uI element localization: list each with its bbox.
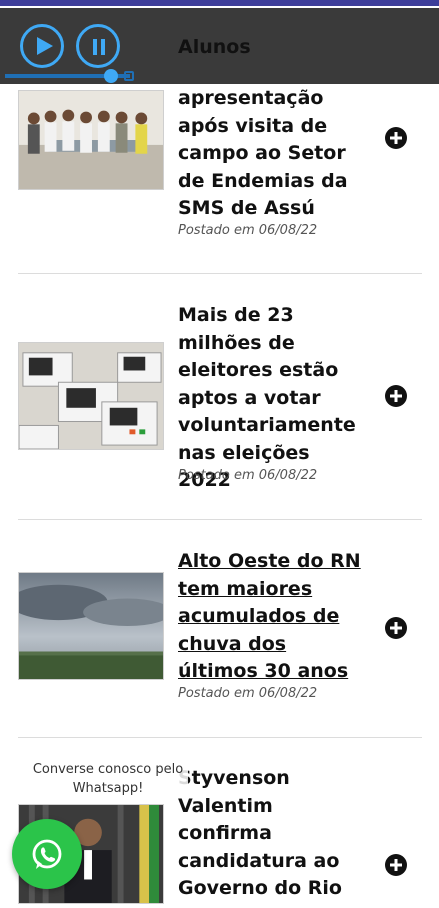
title-line: Mais de 23 [178, 304, 294, 326]
title-line: últimos 30 anos [178, 660, 349, 682]
posted-date: Postado em 06/08/22 [178, 223, 318, 238]
whatsapp-prompt-line: Whatsapp! [72, 781, 144, 796]
title-line: candidatura ao [178, 849, 340, 872]
title-line: Governo do Rio [178, 877, 342, 899]
article-card[interactable]: Alto Oeste do RN tem maiores acumulados … [18, 520, 422, 738]
title-line: campo ao Setor [178, 142, 346, 164]
play-icon[interactable] [20, 24, 64, 68]
pause-icon[interactable] [76, 24, 120, 68]
article-title-link[interactable]: Alto Oeste do RN tem maiores acumulados … [178, 548, 368, 686]
audio-player-bar: Alunos [0, 8, 439, 84]
title-line: confirma [178, 822, 272, 844]
title-line: acumulados de [178, 605, 340, 627]
title-line: chuva dos [178, 632, 287, 655]
article-thumbnail[interactable] [18, 572, 164, 680]
title-line: nas eleições 2022 [178, 441, 310, 492]
title-line: tem maiores [178, 577, 313, 600]
posted-date: Postado em 06/08/22 [178, 686, 318, 701]
article-card[interactable]: Mais de 23 milhões de eleitores estão ap… [18, 274, 422, 520]
title-line: milhões de [178, 331, 295, 354]
whatsapp-prompt-line: Converse conosco pelo [32, 762, 184, 777]
expand-plus-icon[interactable] [385, 854, 407, 876]
title-line: Styvenson [178, 767, 290, 789]
volume-icon[interactable] [124, 71, 134, 81]
whatsapp-icon [32, 839, 62, 869]
whatsapp-button[interactable] [12, 819, 82, 889]
article-title[interactable]: Styvenson Valentim confirma candidatura … [178, 765, 368, 903]
article-thumbnail[interactable] [18, 90, 164, 190]
article-thumbnail[interactable] [18, 342, 164, 450]
title-line: apresentação [178, 87, 324, 109]
seek-slider-handle[interactable] [104, 69, 118, 83]
title-line: eleitores estão [178, 359, 339, 381]
title-line: aptos a votar [178, 386, 321, 409]
title-line: de Endemias da [178, 169, 348, 192]
title-line: após visita de [178, 114, 328, 137]
expand-plus-icon[interactable] [385, 617, 407, 639]
article-title-fragment: Alunos [178, 36, 251, 58]
title-line: Valentim [178, 794, 273, 817]
expand-plus-icon[interactable] [385, 127, 407, 149]
title-line: voluntariamente [178, 414, 356, 436]
article-title[interactable]: apresentação após visita de campo ao Set… [178, 85, 368, 223]
whatsapp-prompt-bubble: Converse conosco pelo Whatsapp! [28, 760, 188, 798]
expand-plus-icon[interactable] [385, 385, 407, 407]
article-title[interactable]: Mais de 23 milhões de eleitores estão ap… [178, 302, 368, 495]
posted-date: Postado em 06/08/22 [178, 468, 318, 483]
title-line: SMS de Assú [178, 197, 315, 219]
title-line: Alto Oeste do RN [178, 550, 361, 572]
